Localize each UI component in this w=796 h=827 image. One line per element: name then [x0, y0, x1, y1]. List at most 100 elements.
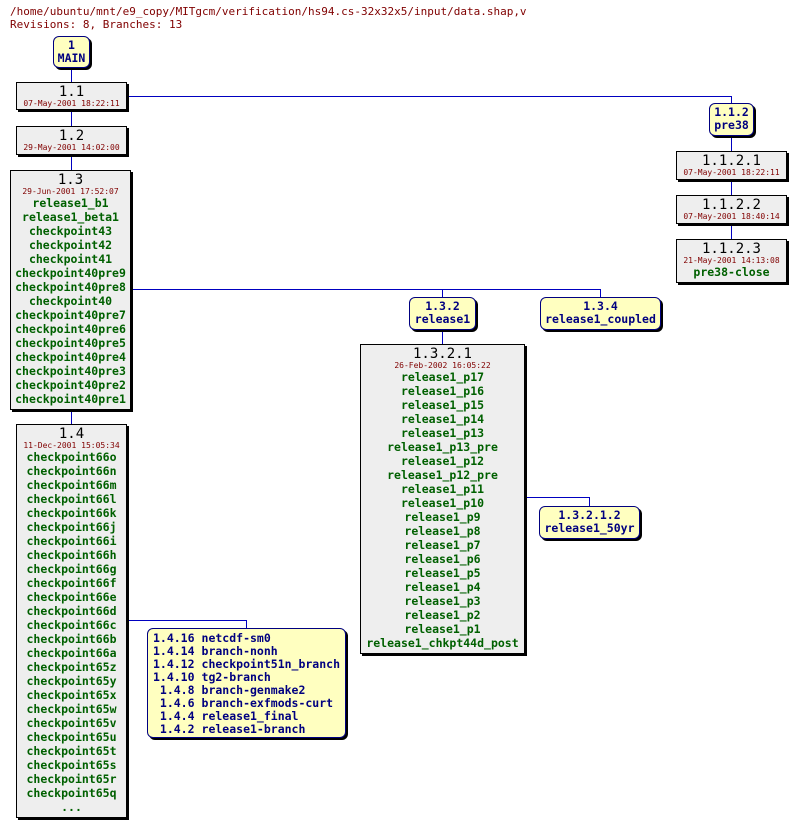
revision-number: 1.1.2.3 [701, 241, 761, 257]
branch-name: release1_coupled [545, 312, 656, 326]
revision-tag: release1_p16 [400, 384, 485, 398]
branch-name: branch-nonh [201, 643, 278, 658]
revision-tag: release1_p14 [400, 412, 485, 426]
branch-name: netcdf-sm0 [201, 630, 271, 645]
revision-tag: checkpoint40pre5 [15, 336, 126, 350]
revision-tag: checkpoint66h [26, 548, 117, 562]
branch-1.1.2[interactable]: 1.1.2 pre38 [709, 103, 754, 136]
branch-name: MAIN [57, 51, 86, 65]
branch-number: 1.4.10 [152, 669, 195, 684]
revision-tag: release1_p7 [404, 538, 481, 552]
revision-tag: checkpoint66e [26, 590, 117, 604]
revision-1.3[interactable]: 1.3 29-Jun-2001 17:52:07 release1_b1 rele… [10, 170, 131, 410]
revision-tag: checkpoint41 [28, 252, 113, 266]
revision-number: 1.3 [57, 172, 84, 188]
revision-tag: release1_p2 [404, 608, 481, 622]
revision-date: 21-May-2001 14:13:08 [683, 256, 780, 265]
branch-name: release1 [414, 312, 471, 326]
revision-1.1[interactable]: 1.1 07-May-2001 18:22:11 [16, 82, 127, 110]
revision-tag: pre38-close [693, 265, 770, 279]
revision-tag: release1_p1 [404, 622, 481, 636]
revision-tag: checkpoint65w [26, 702, 117, 716]
revision-tag: release1_p9 [404, 510, 481, 524]
revision-tag: release1_p8 [404, 524, 481, 538]
revision-tag: checkpoint66n [26, 464, 117, 478]
revision-tag: checkpoint40pre2 [15, 378, 126, 392]
revision-tag: checkpoint40 [28, 294, 113, 308]
branch-1.3.4[interactable]: 1.3.4 release1_coupled [540, 297, 661, 330]
revision-1.4[interactable]: 1.4 11-Dec-2001 15:05:34 checkpoint66o ch… [16, 424, 127, 818]
revision-tag: checkpoint65r [26, 772, 117, 786]
revision-tag: checkpoint42 [28, 238, 113, 252]
revision-tag: release1_chkpt44d_post [366, 636, 519, 650]
revision-tag: checkpoint65q [26, 786, 117, 800]
revision-tag: checkpoint40pre4 [15, 350, 126, 364]
revision-tag: ... [61, 800, 82, 814]
revision-tag: release1_p15 [400, 398, 485, 412]
branch-number: 1.4.2 [159, 721, 195, 736]
revision-tag: checkpoint66c [26, 618, 117, 632]
revision-date: 07-May-2001 18:22:11 [23, 99, 120, 108]
revision-1.3.2.1[interactable]: 1.3.2.1 26-Feb-2002 16:05:22 release1_p1… [360, 344, 525, 654]
revision-1.1.2.2[interactable]: 1.1.2.2 07-May-2001 18:40:14 [676, 195, 787, 224]
revision-tag: release1_p3 [404, 594, 481, 608]
revision-tag: checkpoint65v [26, 716, 117, 730]
revision-tag: release1_p5 [404, 566, 481, 580]
revision-tag: checkpoint66i [26, 534, 117, 548]
revision-tag: checkpoint65u [26, 730, 117, 744]
revision-number: 1.2 [58, 128, 85, 144]
edge-1.1-branch-1.1.2 [127, 96, 732, 103]
revision-date: 26-Feb-2002 16:05:22 [394, 361, 491, 370]
revision-tag: checkpoint66o [26, 450, 117, 464]
edge-1.4-branch-group [127, 620, 247, 628]
branch-name: checkpoint51n_branch [201, 656, 341, 671]
revision-number: 1.1.2.1 [701, 153, 761, 169]
branch-1.3.2.1.2[interactable]: 1.3.2.1.2 release1_50yr [539, 506, 640, 539]
branch-group-1.4[interactable]: 1.4.16 netcdf-sm0 1.4.14 branch-nonh 1.4.12 c… [147, 628, 346, 738]
edge-1.3-branches [131, 289, 601, 297]
revision-tag: release1_p13 [400, 426, 485, 440]
revision-tag: release1_beta1 [22, 210, 119, 224]
branch-number: 1.4.6 [159, 695, 195, 710]
revision-tag: checkpoint40pre7 [15, 308, 126, 322]
revision-tag: checkpoint40pre9 [15, 266, 126, 280]
revision-tag: checkpoint40pre3 [15, 364, 126, 378]
revision-tag: release1_p4 [404, 580, 481, 594]
revision-tag: checkpoint40pre1 [15, 392, 126, 406]
revision-tag: release1_p6 [404, 552, 481, 566]
branch-main[interactable]: 1 MAIN [53, 36, 90, 68]
edge-1.3.2.1-branch-1.3.2.1.2 [525, 497, 590, 506]
revision-date: 07-May-2001 18:22:11 [683, 168, 780, 177]
revision-tag: checkpoint65y [26, 674, 117, 688]
revision-tag: checkpoint43 [28, 224, 113, 238]
revision-tag: checkpoint65t [26, 744, 117, 758]
revision-date: 29-Jun-2001 17:52:07 [22, 187, 119, 196]
branch-name: release1_50yr [544, 521, 635, 535]
revision-date: 29-May-2001 14:02:00 [23, 143, 120, 152]
revision-tag: checkpoint66m [26, 478, 117, 492]
revision-1.1.2.1[interactable]: 1.1.2.1 07-May-2001 18:22:11 [676, 151, 787, 180]
revision-1.1.2.3[interactable]: 1.1.2.3 21-May-2001 14:13:08 pre38-close [676, 239, 787, 283]
revision-1.2[interactable]: 1.2 29-May-2001 14:02:00 [16, 126, 127, 155]
revision-tag: checkpoint40pre8 [15, 280, 126, 294]
revision-tag: checkpoint66g [26, 562, 117, 576]
revision-tag: release1_p13_pre [387, 440, 498, 454]
revision-tag: checkpoint65z [26, 660, 117, 674]
branch-name: release1-branch [201, 721, 306, 736]
revision-number: 1.4 [58, 426, 85, 442]
revision-date: 11-Dec-2001 15:05:34 [23, 441, 120, 450]
revision-tag: release1_p17 [400, 370, 485, 384]
branch-1.3.2[interactable]: 1.3.2 release1 [409, 297, 476, 330]
revision-tag: checkpoint66j [26, 520, 117, 534]
branch-number: 1.4.12 [152, 656, 195, 671]
revision-tag: release1_b1 [32, 196, 109, 210]
branch-name: release1_final [201, 708, 299, 723]
branch-name: branch-genmake2 [201, 682, 306, 697]
branch-name: pre38 [714, 118, 749, 132]
revision-tag: checkpoint66k [26, 506, 117, 520]
revision-number: 1.3.2.1 [412, 346, 472, 362]
branch-name: tg2-branch [201, 669, 271, 684]
branch-number: 1.4.16 [152, 630, 195, 645]
revision-tag: checkpoint65x [26, 688, 117, 702]
branch-number: 1.4.14 [152, 643, 195, 658]
